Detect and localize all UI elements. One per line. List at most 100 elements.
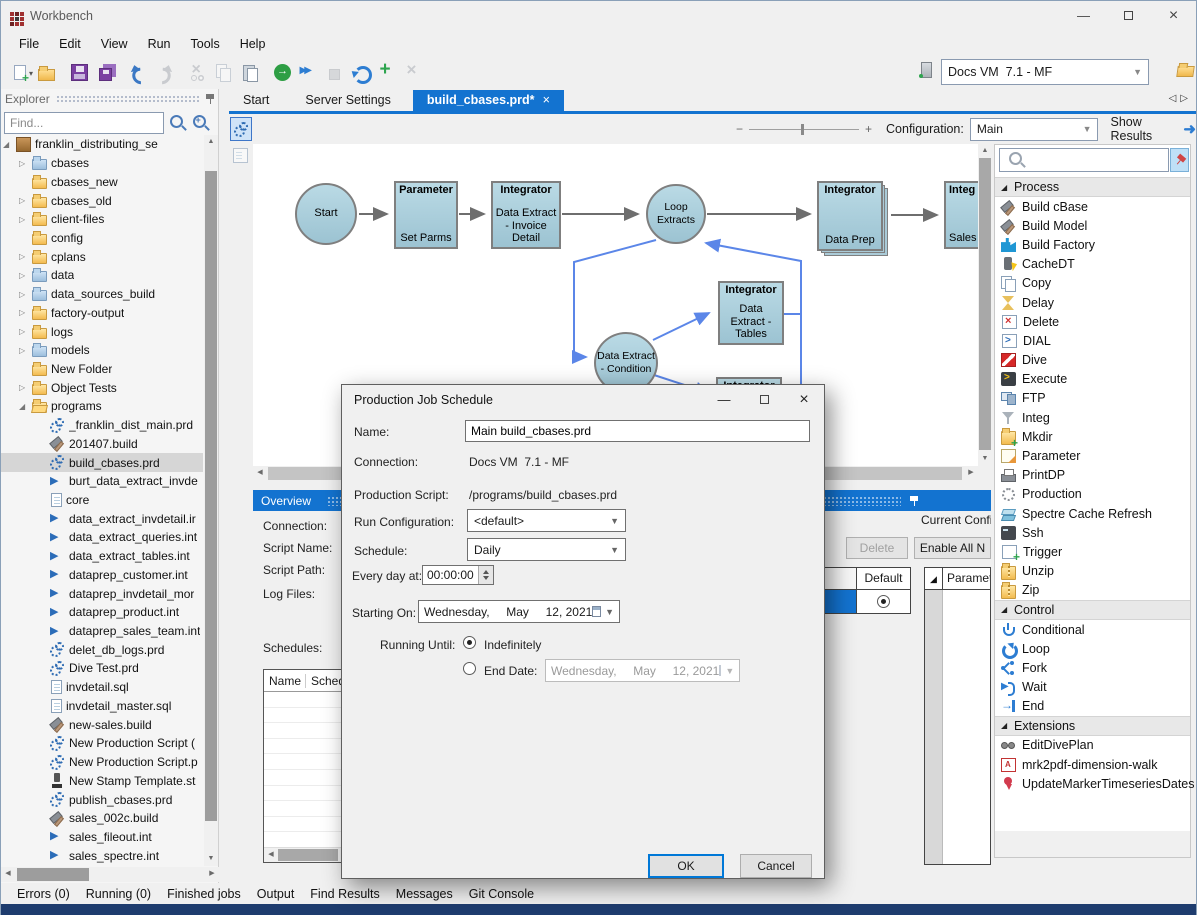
tree-item[interactable]: 201407.build: [1, 435, 203, 454]
run-all-button[interactable]: [295, 61, 321, 85]
menu-item[interactable]: Help: [230, 34, 276, 54]
maximize-button[interactable]: [1106, 1, 1151, 30]
separator-3[interactable]: [177, 61, 184, 85]
tree-item[interactable]: ▷ factory-output: [1, 303, 203, 322]
cancel-button[interactable]: Cancel: [740, 854, 812, 878]
menu-item[interactable]: Run: [138, 34, 181, 54]
palette-search-box[interactable]: [999, 148, 1169, 172]
delete-button[interactable]: [399, 61, 425, 85]
end-date-radio[interactable]: [463, 662, 476, 675]
tree-item[interactable]: New Folder: [1, 360, 203, 379]
scroll-right-icon[interactable]: ▶: [964, 466, 978, 480]
palette-pin-button[interactable]: [1170, 148, 1189, 172]
node-parameter[interactable]: Parameter Set Parms: [394, 181, 458, 249]
palette-item-updatemarkertimeseriesdates[interactable]: UpdateMarkerTimeseriesDates: [995, 774, 1190, 793]
tree-item[interactable]: ▷ cbases: [1, 154, 203, 173]
section-caret-icon[interactable]: ◢: [1001, 605, 1014, 614]
enable-all-button[interactable]: Enable All N: [914, 537, 991, 559]
tab-close-icon[interactable]: ×: [543, 93, 550, 107]
run-button[interactable]: [269, 61, 295, 85]
tab-build-cbases[interactable]: build_cbases.prd*×: [413, 90, 564, 111]
configuration-combo[interactable]: Main ▼: [970, 118, 1099, 141]
dialog-maximize-button[interactable]: [744, 385, 784, 414]
tree-item[interactable]: New Production Script (: [1, 734, 203, 753]
tree-caret-icon[interactable]: ◢: [3, 140, 16, 149]
status-tab[interactable]: Messages: [388, 887, 461, 901]
ok-button[interactable]: OK: [648, 854, 724, 878]
scroll-down-icon[interactable]: ▼: [978, 452, 992, 466]
scroll-left-icon[interactable]: ◀: [264, 848, 278, 862]
tab-nav-right-icon[interactable]: ▷: [1180, 93, 1192, 104]
pin-icon[interactable]: [909, 495, 919, 507]
palette-item-ssh[interactable]: Ssh: [995, 523, 1190, 542]
config-parameter-table[interactable]: ◢ Paramete: [924, 567, 991, 865]
spin-up-icon[interactable]: [483, 570, 489, 574]
tree-item[interactable]: dataprep_product.int: [1, 603, 203, 622]
pin-icon[interactable]: [205, 93, 215, 105]
tree-caret-icon[interactable]: ▷: [19, 252, 32, 261]
status-tab[interactable]: Output: [249, 887, 303, 901]
palette-item-ftp[interactable]: FTP: [995, 389, 1190, 408]
tree-item[interactable]: data_extract_invdetail.ir: [1, 509, 203, 528]
tab-server-settings[interactable]: Server Settings: [291, 90, 412, 111]
production-tool-button[interactable]: [230, 117, 252, 141]
tree-item[interactable]: build_cbases.prd: [1, 453, 203, 472]
tree-item[interactable]: ▷ cbases_old: [1, 191, 203, 210]
node-loop-extracts[interactable]: Loop Extracts: [646, 184, 706, 244]
new-file-button[interactable]: [7, 61, 33, 85]
time-value[interactable]: 00:00:00: [423, 566, 478, 584]
scroll-right-icon[interactable]: ▶: [205, 867, 219, 881]
tree-caret-icon[interactable]: ◢: [19, 402, 32, 411]
separator-2[interactable]: [118, 61, 125, 85]
save-button[interactable]: [66, 61, 92, 85]
scrollbar-thumb[interactable]: [278, 849, 338, 861]
palette-item-unzip[interactable]: Unzip: [995, 562, 1190, 581]
tree-item[interactable]: core: [1, 491, 203, 510]
palette-item-dive[interactable]: Dive: [995, 351, 1190, 370]
palette-item-delay[interactable]: Delay: [995, 293, 1190, 312]
tab-nav-left-icon[interactable]: ◁: [1169, 93, 1181, 104]
stop-button[interactable]: [321, 61, 347, 85]
add-button[interactable]: [373, 61, 399, 85]
node-data-extract-invoice-detail[interactable]: Integrator Data Extract - Invoice Detail: [491, 181, 561, 249]
tree-item[interactable]: cbases_new: [1, 172, 203, 191]
tree-item[interactable]: _franklin_dist_main.prd: [1, 416, 203, 435]
overview-tab[interactable]: Overview: [253, 494, 319, 508]
tree-item[interactable]: new-sales.build: [1, 715, 203, 734]
palette-item-mrk2pdf-dimension-walk[interactable]: mrk2pdf-dimension-walk: [995, 755, 1190, 774]
default-radio[interactable]: [877, 595, 890, 608]
tree-caret-icon[interactable]: ▷: [19, 308, 32, 317]
schedules-table[interactable]: Name Sched ◀: [263, 669, 351, 863]
tree-item[interactable]: ◢ programs: [1, 397, 203, 416]
palette-item-build-model[interactable]: Build Model: [995, 216, 1190, 235]
menu-item[interactable]: File: [9, 34, 49, 54]
tree-caret-icon[interactable]: ▷: [19, 196, 32, 205]
palette-item-integ[interactable]: Integ: [995, 408, 1190, 427]
tree-item[interactable]: ▷ models: [1, 341, 203, 360]
palette-item-conditional[interactable]: Conditional: [995, 620, 1190, 639]
palette-item-copy[interactable]: Copy: [995, 274, 1190, 293]
tree-item[interactable]: ▷ data: [1, 266, 203, 285]
palette-item-production[interactable]: Production: [995, 485, 1190, 504]
separator-1[interactable]: [59, 61, 66, 85]
palette-item-build-cbase[interactable]: Build cBase: [995, 197, 1190, 216]
zoom-slider[interactable]: − +: [736, 122, 872, 136]
tree-caret-icon[interactable]: ▷: [19, 327, 32, 336]
palette-item-fork[interactable]: Fork: [995, 658, 1190, 677]
node-data-prep[interactable]: Integrator Data Prep: [817, 181, 883, 251]
status-tab[interactable]: Errors (0): [9, 887, 78, 901]
cut-button[interactable]: [184, 61, 210, 85]
connection-combo[interactable]: Docs VM 7.1 - MF ▼: [941, 59, 1149, 85]
show-results-button[interactable]: Show Results ➜: [1110, 115, 1196, 143]
tree-item[interactable]: ◢ franklin_distributing_se: [1, 135, 203, 154]
dialog-minimize-button[interactable]: —: [704, 385, 744, 414]
status-tab[interactable]: Running (0): [78, 887, 159, 901]
dialog-close-button[interactable]: ×: [784, 385, 824, 414]
search-icon[interactable]: [169, 114, 187, 132]
tree-item[interactable]: publish_cbases.prd: [1, 790, 203, 809]
schedule-combo[interactable]: Daily▼: [467, 538, 626, 561]
dialog-title-bar[interactable]: Production Job Schedule — ×: [342, 385, 824, 415]
palette-item-delete[interactable]: Delete: [995, 312, 1190, 331]
starting-on-datepicker[interactable]: Wednesday, May 12, 2021 ▼: [418, 600, 620, 623]
spin-down-icon[interactable]: [483, 576, 489, 580]
